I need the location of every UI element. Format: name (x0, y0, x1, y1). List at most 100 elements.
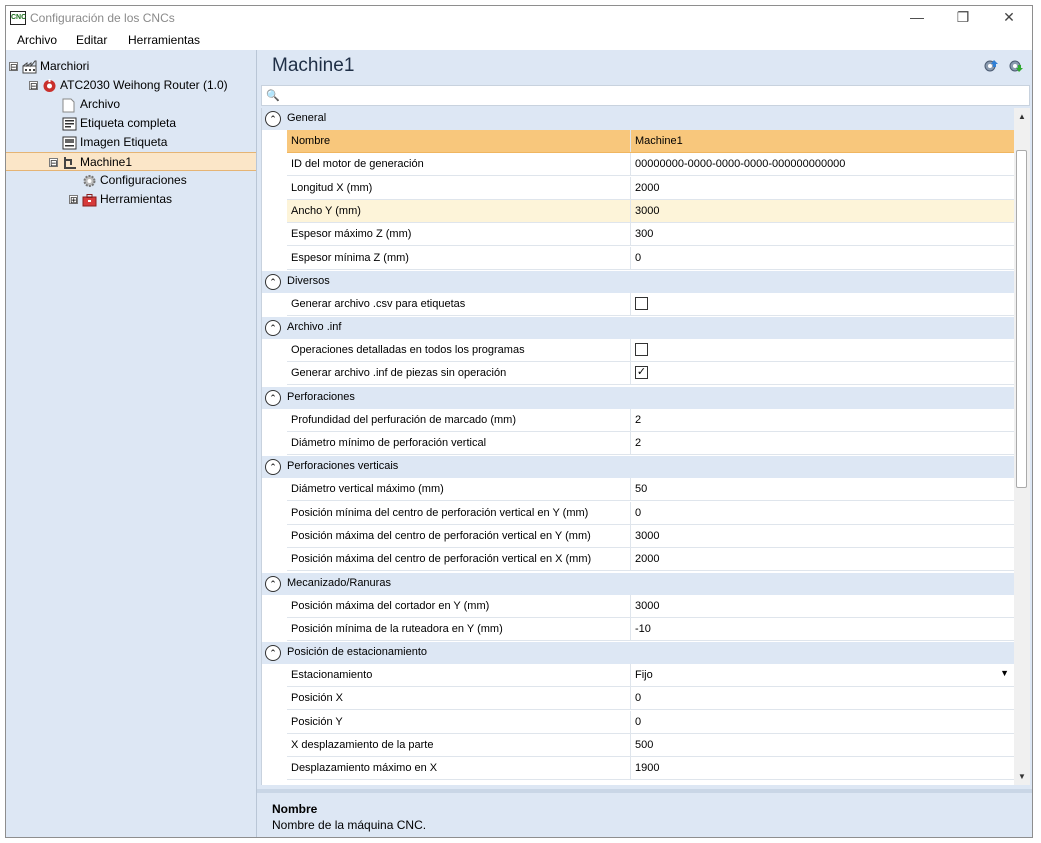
collapse-chevron-icon[interactable]: ⌃ (265, 320, 281, 337)
property-value-cell[interactable]: 300 (630, 223, 1014, 246)
tree-node-configuraciones[interactable]: Configuraciones (69, 171, 187, 190)
property-row[interactable]: Desplazamiento máximo en X 1900 (287, 757, 1014, 781)
property-value-cell[interactable]: 0 (630, 501, 1014, 524)
property-value[interactable]: 2000 (635, 553, 659, 565)
property-row[interactable]: Diámetro mínimo de perforación vertical 2 (287, 432, 1014, 455)
property-value[interactable]: 50 (635, 483, 647, 495)
property-value-cell[interactable]: 2000 (630, 548, 1014, 571)
property-row[interactable]: Nombre Machine1 (287, 130, 1014, 153)
minimize-button[interactable]: — (894, 6, 940, 30)
menu-editar[interactable]: Editar (76, 33, 107, 47)
property-row[interactable]: Posición mínima de la ruteadora en Y (mm… (287, 617, 1014, 641)
property-checkbox[interactable]: ✓ (635, 366, 648, 380)
collapse-chevron-icon[interactable]: ⌃ (265, 575, 281, 592)
property-row[interactable]: Profundidad del perfuración de marcado (… (287, 408, 1014, 432)
property-row[interactable]: Generar archivo .csv para etiquetas (287, 292, 1014, 316)
property-row[interactable]: Ancho Y (mm) 3000 (287, 199, 1014, 223)
property-row[interactable]: Posición X 0 (287, 687, 1014, 711)
property-value[interactable]: 0 (635, 692, 641, 704)
vertical-scrollbar[interactable]: ▲ ▼ (1014, 108, 1030, 785)
group-header[interactable]: ⌃ Posición de estacionamiento (262, 642, 1014, 665)
property-value-cell[interactable]: 0 (630, 246, 1014, 269)
property-value-cell[interactable]: 500 (630, 734, 1014, 756)
property-value[interactable]: 2 (635, 437, 641, 449)
property-value[interactable]: 3000 (635, 600, 659, 612)
property-row[interactable]: Diámetro vertical máximo (mm) 50 (287, 478, 1014, 502)
property-value-cell[interactable]: 3000 (630, 594, 1014, 617)
close-button[interactable]: ✕ (986, 6, 1032, 30)
property-row[interactable]: Posición máxima del cortador en Y (mm) 30… (287, 594, 1014, 618)
property-value[interactable]: 2000 (635, 182, 659, 194)
property-value[interactable]: 3000 (635, 205, 659, 217)
property-row[interactable]: Operaciones detalladas en todos los prog… (287, 339, 1014, 363)
tree-expander-icon[interactable]: ⊟ (29, 81, 38, 91)
tree-node-herramientas[interactable]: ⊞ Herramientas (69, 190, 172, 209)
property-value[interactable]: -10 (635, 623, 651, 635)
property-value[interactable]: 00000000-0000-0000-0000-000000000000 (635, 158, 845, 170)
property-search-input[interactable]: 🔍 (261, 85, 1030, 106)
property-value-cell[interactable]: Fijo ▼ (630, 664, 1014, 687)
menu-archivo[interactable]: Archivo (17, 33, 57, 47)
property-value-cell[interactable] (630, 339, 1014, 362)
property-row[interactable]: Estacionamiento Fijo ▼ (287, 664, 1014, 688)
property-value-cell[interactable]: 3000 (630, 199, 1014, 222)
property-row[interactable]: Longitud X (mm) 2000 (287, 176, 1014, 200)
property-row[interactable]: Espesor mínima Z (mm) 0 (287, 246, 1014, 270)
dropdown-arrow-icon[interactable]: ▼ (1000, 668, 1009, 678)
property-value-cell[interactable]: 2000 (630, 176, 1014, 199)
property-value-cell[interactable]: Machine1 (630, 130, 1014, 152)
property-value-cell[interactable]: -10 (630, 617, 1014, 640)
collapse-chevron-icon[interactable]: ⌃ (265, 111, 281, 127)
tree-expander-icon[interactable]: ⊞ (69, 195, 78, 205)
tree-node-atc2030-weihong-router-1-0[interactable]: ⊟ ATC2030 Weihong Router (1.0) (29, 76, 228, 95)
group-header[interactable]: ⌃ Mecanizado/Ranuras (262, 572, 1014, 595)
maximize-button[interactable]: ❐ (940, 6, 986, 30)
property-row[interactable]: Posición mínima del centro de perforació… (287, 501, 1014, 525)
collapse-chevron-icon[interactable]: ⌃ (265, 389, 281, 406)
property-value[interactable]: 3000 (635, 530, 659, 542)
group-header[interactable]: ⌃ Perforaciones (262, 386, 1014, 409)
property-value-cell[interactable] (630, 292, 1014, 315)
group-header[interactable]: ⌃ Perforaciones verticais (262, 456, 1014, 479)
collapse-chevron-icon[interactable]: ⌃ (265, 273, 281, 290)
tree-node-machine1[interactable]: ⊟ Machine1 (6, 152, 256, 171)
property-value[interactable]: 2 (635, 414, 641, 426)
scroll-down-arrow-icon[interactable]: ▼ (1014, 768, 1030, 785)
tree-node-marchiori[interactable]: ⊟ Marchiori (9, 57, 89, 76)
property-row[interactable]: Posición máxima del centro de perforació… (287, 548, 1014, 572)
property-value-cell[interactable]: 1900 (630, 757, 1014, 780)
property-value-cell[interactable]: 0 (630, 687, 1014, 710)
property-row[interactable]: Espesor máximo Z (mm) 300 (287, 223, 1014, 247)
tree-expander-icon[interactable]: ⊟ (49, 158, 58, 168)
property-row[interactable]: Posición Y 0 (287, 710, 1014, 734)
property-value-cell[interactable]: 2 (630, 408, 1014, 431)
group-header[interactable]: ⌃ General (262, 108, 1014, 130)
property-value[interactable]: 0 (635, 507, 641, 519)
property-value-cell[interactable]: 3000 (630, 524, 1014, 547)
property-value-cell[interactable]: ✓ (630, 362, 1014, 385)
property-row[interactable]: Posición máxima del centro de perforació… (287, 524, 1014, 548)
help-splitter[interactable] (257, 789, 1032, 793)
property-row[interactable]: ID del motor de generación 00000000-0000-… (287, 153, 1014, 177)
collapse-chevron-icon[interactable]: ⌃ (265, 645, 281, 662)
property-value[interactable]: 500 (635, 739, 653, 751)
property-row[interactable]: X desplazamiento de la parte 500 (287, 734, 1014, 757)
property-value-cell[interactable]: 00000000-0000-0000-0000-000000000000 (630, 153, 1014, 176)
settings-download-icon[interactable] (1008, 58, 1024, 74)
property-value[interactable]: 300 (635, 228, 653, 240)
tree-expander-icon[interactable]: ⊟ (9, 62, 18, 72)
property-checkbox[interactable] (635, 343, 648, 357)
property-value-cell[interactable]: 50 (630, 478, 1014, 501)
property-checkbox[interactable] (635, 296, 648, 310)
tree-node-archivo[interactable]: Archivo (49, 95, 120, 114)
scroll-thumb[interactable] (1016, 150, 1027, 488)
property-value[interactable]: 1900 (635, 762, 659, 774)
property-value[interactable]: 0 (635, 252, 641, 264)
tree-node-imagen-etiqueta[interactable]: Imagen Etiqueta (49, 133, 167, 152)
scroll-up-arrow-icon[interactable]: ▲ (1014, 108, 1030, 125)
property-value-cell[interactable]: 2 (630, 432, 1014, 454)
menu-herramientas[interactable]: Herramientas (128, 33, 200, 47)
property-value[interactable]: Machine1 (635, 135, 683, 147)
property-row[interactable]: Generar archivo .inf de piezas sin opera… (287, 362, 1014, 386)
tree-node-etiqueta-completa[interactable]: Etiqueta completa (49, 114, 176, 133)
